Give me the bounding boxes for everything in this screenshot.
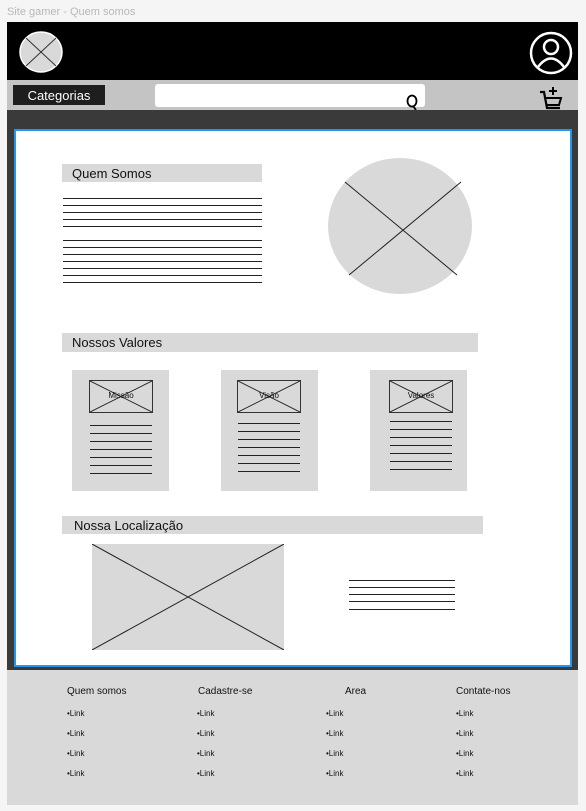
- footer-link[interactable]: •Link: [67, 729, 84, 738]
- about-heading: Quem Somos: [62, 164, 262, 182]
- values-heading: Nossos Valores: [62, 333, 478, 352]
- mission-text-lines: [90, 425, 152, 475]
- footer-link[interactable]: •Link: [456, 729, 473, 738]
- footer-title-area: Area: [345, 686, 367, 697]
- footer-title-signup: Cadastre-se: [198, 686, 253, 697]
- footer-link[interactable]: •Link: [67, 769, 84, 778]
- window-title: Site gamer - Quem somos: [7, 6, 136, 18]
- logo-placeholder-icon[interactable]: [18, 30, 64, 74]
- footer-link[interactable]: •Link: [197, 749, 214, 758]
- footer-link[interactable]: •Link: [197, 769, 214, 778]
- user-icon[interactable]: [529, 30, 573, 76]
- footer-link[interactable]: •Link: [456, 769, 473, 778]
- search-input[interactable]: [155, 84, 425, 107]
- search-icon[interactable]: [405, 94, 419, 110]
- values-image-placeholder-icon: Valores: [389, 380, 453, 413]
- values-label: Valores: [407, 391, 435, 400]
- mission-image-placeholder-icon: Missão: [89, 380, 153, 413]
- vision-label: Visão: [259, 391, 279, 400]
- values-text-lines: [390, 421, 452, 473]
- location-heading: Nossa Localização: [62, 516, 483, 534]
- footer-link[interactable]: •Link: [67, 749, 84, 758]
- footer-link[interactable]: •Link: [456, 709, 473, 718]
- footer-link[interactable]: •Link: [326, 769, 343, 778]
- categories-button[interactable]: Categorias: [13, 85, 105, 105]
- footer-link[interactable]: •Link: [326, 749, 343, 758]
- header-bar: [7, 22, 578, 80]
- footer-link[interactable]: •Link: [67, 709, 84, 718]
- footer-link[interactable]: •Link: [326, 729, 343, 738]
- about-text-lines: [63, 198, 262, 288]
- footer-link[interactable]: •Link: [197, 709, 214, 718]
- vision-text-lines: [238, 423, 300, 475]
- footer-link[interactable]: •Link: [456, 749, 473, 758]
- footer-link[interactable]: •Link: [197, 729, 214, 738]
- location-text-lines: [349, 580, 455, 612]
- map-placeholder-icon: [92, 544, 284, 650]
- mission-label: Missão: [108, 391, 134, 400]
- footer-title-contact: Contate-nos: [456, 686, 511, 697]
- about-image-placeholder-icon: [328, 158, 472, 294]
- footer-title-about: Quem somos: [67, 686, 127, 697]
- vision-image-placeholder-icon: Visão: [237, 380, 301, 413]
- footer-link[interactable]: •Link: [326, 709, 343, 718]
